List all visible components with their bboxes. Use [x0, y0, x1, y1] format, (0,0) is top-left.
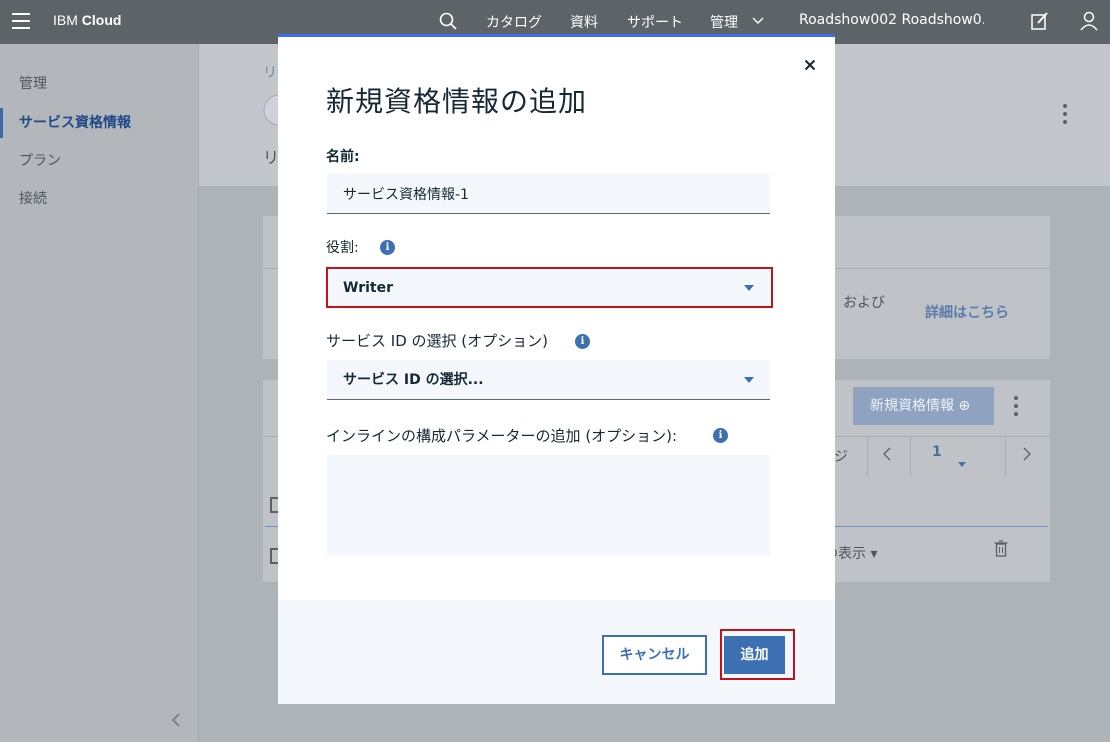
hamburger-menu-icon[interactable]	[12, 13, 30, 29]
breadcrumb[interactable]: リ	[263, 62, 277, 82]
page-title: リ	[263, 148, 280, 167]
nav-catalog[interactable]: カタログ	[486, 12, 542, 32]
service-id-select-value: サービス ID の選択...	[343, 372, 484, 388]
caret-down-icon	[744, 377, 754, 383]
role-info-icon[interactable]: i	[380, 240, 395, 255]
nav-manage[interactable]: 管理	[710, 12, 738, 32]
cancel-button[interactable]: キャンセル	[602, 635, 707, 675]
close-icon[interactable]	[804, 59, 816, 71]
chevron-left-icon[interactable]	[170, 712, 182, 728]
brand-logo[interactable]: IBM Cloud	[53, 12, 121, 28]
service-id-select[interactable]: サービス ID の選択...	[327, 360, 770, 400]
new-credential-button[interactable]: 新規資格情報 ⊕	[853, 387, 994, 425]
pager-next-icon[interactable]	[1022, 447, 1032, 461]
inline-params-textarea[interactable]	[327, 455, 770, 555]
add-circle-icon: ⊕	[958, 398, 971, 414]
info-card-text: および	[843, 295, 885, 311]
nav-docs[interactable]: 資料	[570, 12, 598, 32]
learn-more-link[interactable]: 詳細はこちら	[925, 302, 1009, 322]
caret-down-icon	[958, 462, 966, 467]
add-button-highlight	[720, 629, 795, 680]
inline-params-label: インラインの構成パラメーターの追加 (オプション):	[326, 427, 678, 445]
modal-title: 新規資格情報の追加	[326, 85, 588, 118]
edit-icon[interactable]	[1029, 10, 1051, 32]
nav-support[interactable]: サポート	[627, 12, 683, 32]
sidebar-item-connections[interactable]: 接続	[0, 184, 199, 214]
sidebar-item-service-credentials[interactable]: サービス資格情報	[0, 108, 199, 138]
sidebar-item-manage[interactable]: 管理	[0, 69, 199, 99]
sidebar: 管理 サービス資格情報 プラン 接続	[0, 44, 199, 742]
pager-label: ジ	[834, 449, 848, 465]
pager-page-select[interactable]: 1	[932, 444, 942, 460]
user-icon[interactable]	[1078, 10, 1100, 32]
account-switcher[interactable]: Roadshow002 Roadshow0...	[799, 12, 984, 28]
service-id-label: サービス ID の選択 (オプション)	[326, 332, 548, 350]
service-id-info-icon[interactable]: i	[575, 334, 590, 349]
overflow-menu-icon[interactable]	[1063, 104, 1069, 128]
role-label: 役割:	[326, 240, 359, 256]
inline-params-info-icon[interactable]: i	[713, 428, 728, 443]
name-label: 名前:	[326, 149, 360, 165]
search-icon[interactable]	[438, 11, 458, 31]
trash-icon[interactable]	[994, 540, 1008, 557]
sidebar-item-plan[interactable]: プラン	[0, 146, 199, 176]
chevron-down-icon[interactable]	[752, 14, 764, 26]
pager-prev-icon[interactable]	[882, 447, 892, 461]
role-select-highlight	[326, 267, 773, 308]
add-credential-modal: 新規資格情報の追加 名前: 役割: i Writer サービス ID の選択 (…	[278, 34, 835, 704]
table-overflow-menu-icon[interactable]	[1014, 396, 1020, 420]
name-input[interactable]	[327, 174, 770, 214]
